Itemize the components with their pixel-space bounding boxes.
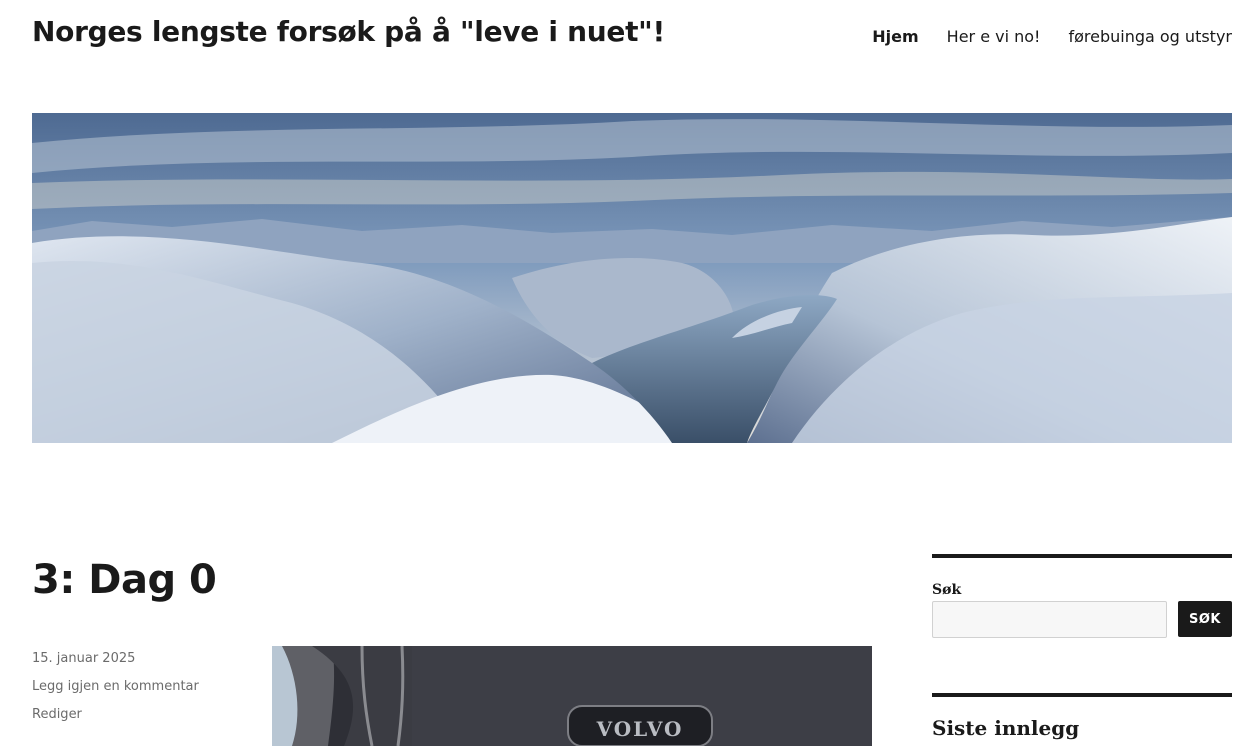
nav-item-forebuinga-og-utstyr[interactable]: førebuinga og utstyr xyxy=(1068,26,1232,48)
search-button[interactable]: SØK xyxy=(1178,601,1232,637)
nav-item-hjem[interactable]: Hjem xyxy=(872,26,918,48)
site-title[interactable]: Norges lengste forsøk på å "leve i nuet"… xyxy=(32,14,665,50)
leave-comment-link[interactable]: Legg igjen en kommentar xyxy=(32,679,199,694)
edit-post-link[interactable]: Rediger xyxy=(32,707,82,722)
search-label: Søk xyxy=(932,582,962,598)
volvo-logo-text: VOLVO xyxy=(596,717,684,741)
search-widget-rule xyxy=(932,554,1232,558)
search-input[interactable] xyxy=(932,601,1167,638)
post-title[interactable]: 3: Dag 0 xyxy=(32,554,217,606)
header-image-fjord-panorama[interactable] xyxy=(32,113,1232,443)
post-image-car-headrest: VOLVO xyxy=(272,646,872,746)
nav-item-her-e-vi-no[interactable]: Her e vi no! xyxy=(947,26,1041,48)
recent-posts-title: Siste innlegg xyxy=(932,716,1080,740)
recent-posts-widget-rule xyxy=(932,693,1232,697)
post-date-link[interactable]: 15. januar 2025 xyxy=(32,651,135,666)
main-navigation: Hjem Her e vi no! førebuinga og utstyr xyxy=(872,26,1232,48)
entry-meta: 15. januar 2025 Legg igjen en kommentar … xyxy=(32,650,199,734)
